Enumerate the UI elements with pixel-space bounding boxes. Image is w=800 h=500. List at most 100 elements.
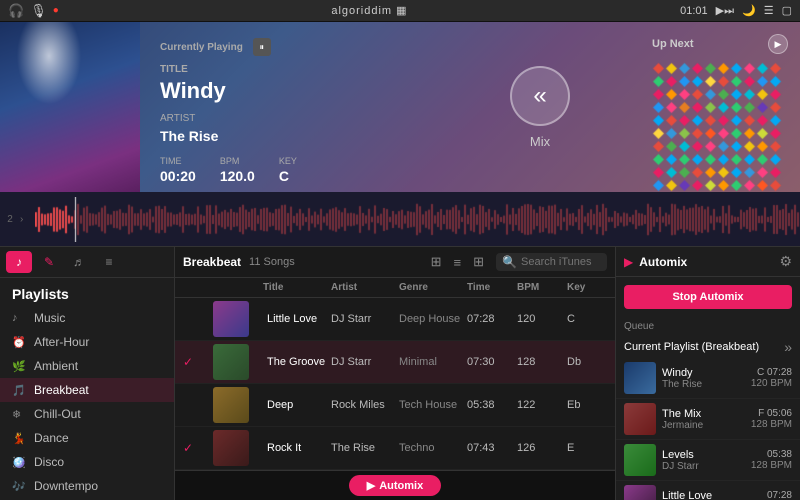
grid-view-button[interactable]: ⊞ xyxy=(469,252,488,272)
playlist-label: Music xyxy=(34,311,65,325)
automix-track-key: 07:28 xyxy=(751,490,792,500)
automix-track-thumbnail xyxy=(624,485,656,500)
col-artist: Artist xyxy=(331,282,399,293)
automix-button[interactable]: ▶ Automix xyxy=(349,475,441,496)
automix-track-info: Little Love DJ Starr xyxy=(662,490,745,500)
search-input[interactable] xyxy=(521,256,601,268)
automix-track-artist: The Rise xyxy=(662,379,745,390)
track-thumbnail xyxy=(213,387,249,423)
sidebar-icon-eq[interactable]: ≡ xyxy=(96,251,122,273)
prev-button[interactable]: « xyxy=(510,66,570,126)
playlist-icon: ♪ xyxy=(12,312,26,324)
automix-next-button[interactable]: » xyxy=(784,339,792,355)
sidebar-item-dance[interactable]: 💃Dance xyxy=(0,426,174,450)
playlist-icon: 🪩 xyxy=(12,456,26,469)
waveform-area[interactable] xyxy=(35,197,800,242)
track-thumbnail xyxy=(213,430,249,466)
track-time: 07:30 xyxy=(467,356,517,368)
album-art xyxy=(0,22,140,192)
automix-track-item[interactable]: Windy The Rise C 07:28 120 BPM xyxy=(616,358,800,399)
sidebar-item-downtempo[interactable]: 🎶Downtempo xyxy=(0,474,174,498)
sidebar-playlist-list: ♪ Music ⏰After-Hour 🌿 Ambient 🎵Breakbeat❄Chil… xyxy=(0,306,174,500)
track-artist: DJ Starr xyxy=(331,313,399,325)
automix-track-item[interactable]: Levels DJ Starr 05:38 128 BPM xyxy=(616,440,800,481)
automix-queue-label: Queue xyxy=(624,321,654,332)
playlist-label: Disco xyxy=(34,455,64,469)
moon-icon[interactable]: 🌙 xyxy=(742,4,756,17)
col-time: Time xyxy=(467,282,517,293)
automix-track-list: Windy The Rise C 07:28 120 BPM The Mix J… xyxy=(616,358,800,500)
automix-track-meta: 05:38 128 BPM xyxy=(751,449,792,471)
sidebar-item-breakbeat[interactable]: 🎵Breakbeat xyxy=(0,378,174,402)
playlist-label: Ambient xyxy=(34,359,78,373)
meta-bpm: BPM 120.0 xyxy=(220,156,255,184)
automix-track-info: The Mix Jermaine xyxy=(662,408,745,431)
col-title: Title xyxy=(263,282,331,293)
track-key: Db xyxy=(567,356,607,368)
automix-track-thumbnail xyxy=(624,403,656,435)
sidebar-item-disco[interactable]: 🪩 Disco xyxy=(0,450,174,474)
automix-track-key: 05:38 xyxy=(751,449,792,460)
track-time: 05:38 xyxy=(467,399,517,411)
top-bar-system-icons: 🎧 🎙 ● xyxy=(8,3,59,19)
bpm-label: BPM xyxy=(220,156,255,166)
window-icon[interactable]: ▢ xyxy=(782,4,792,17)
menu-icon[interactable]: ☰ xyxy=(764,4,774,17)
col-bpm: BPM xyxy=(517,282,567,293)
automix-track-info: Levels DJ Starr xyxy=(662,449,745,472)
sidebar-item-ambient[interactable]: 🌿 Ambient xyxy=(0,354,174,378)
automix-queue-header: Queue xyxy=(616,317,800,336)
track-name: Deep xyxy=(263,399,331,411)
main-content: ♪ ✎ ♬ ≡ Playlists ♪ Music ⏰After-Hour 🌿 Ambi… xyxy=(0,247,800,500)
automix-track-bpm: 128 BPM xyxy=(751,460,792,471)
track-list: Breakbeat 11 Songs ⊞ ≡ ⊞ 🔍 Title Artist … xyxy=(175,247,615,500)
track-row[interactable]: Deep Rock Miles Tech House 05:38 122 Eb xyxy=(175,384,615,427)
automix-track-bpm: 128 BPM xyxy=(751,419,792,430)
waveform-canvas xyxy=(35,197,800,242)
time-value: 00:20 xyxy=(160,168,196,184)
sidebar-item-after-hour[interactable]: ⏰After-Hour xyxy=(0,330,174,354)
col-key: Key xyxy=(567,282,607,293)
up-next-play-button[interactable]: ▶ xyxy=(768,34,788,54)
track-row[interactable]: ✓ Rock It The Rise Techno 07:43 126 E xyxy=(175,427,615,470)
list-view-button[interactable]: ≡ xyxy=(450,252,466,272)
track-thumbnail xyxy=(213,344,249,380)
automix-track-meta: 07:28 128 BPM xyxy=(751,490,792,500)
sidebar-item-chill-out[interactable]: ❄Chill-Out xyxy=(0,402,174,426)
stop-automix-button[interactable]: Stop Automix xyxy=(624,285,792,309)
track-meta: TIME 00:20 BPM 120.0 KEY C xyxy=(160,156,420,184)
filter-button[interactable]: ⊞ xyxy=(427,252,446,272)
playlist-icon: 🌿 xyxy=(12,360,26,373)
pause-button[interactable]: ⏸ xyxy=(253,38,271,56)
search-box[interactable]: 🔍 xyxy=(496,253,607,271)
automix-track-item[interactable]: The Mix Jermaine F 05:06 128 BPM xyxy=(616,399,800,440)
track-row[interactable]: Little Love DJ Starr Deep House 07:28 12… xyxy=(175,298,615,341)
clock: 01:01 xyxy=(680,5,708,17)
track-list-actions: ⊞ ≡ ⊞ xyxy=(427,252,488,272)
automix-bar: ▶ Automix xyxy=(175,470,615,500)
automix-settings-icon[interactable]: ⚙ xyxy=(779,253,792,270)
now-playing-header: Currently Playing ⏸ xyxy=(160,38,420,56)
automix-track-item[interactable]: Little Love DJ Starr 07:28 128 BPM xyxy=(616,481,800,500)
automix-track-bpm: 120 BPM xyxy=(751,378,792,389)
track-count: 11 Songs xyxy=(249,256,295,268)
sidebar-icon-edit[interactable]: ✎ xyxy=(36,251,62,273)
sidebar-icon-music[interactable]: ♬ xyxy=(66,251,92,273)
automix-title-row: ▶ Automix xyxy=(624,255,687,269)
top-bar-right: 01:01 ▶⏭ 🌙 ☰ ▢ xyxy=(680,4,792,18)
up-next-label: Up Next xyxy=(652,38,694,50)
track-artist: Rock Miles xyxy=(331,399,399,411)
sidebar-item-music[interactable]: ♪ Music xyxy=(0,306,174,330)
transport-icon[interactable]: ▶⏭ xyxy=(716,4,734,18)
track-artist: DJ Starr xyxy=(331,356,399,368)
track-row[interactable]: ✓ The Groove DJ Starr Minimal 07:30 128 … xyxy=(175,341,615,384)
track-bpm: 122 xyxy=(517,399,567,411)
automix-track-key: C 07:28 xyxy=(751,367,792,378)
now-playing-section: Currently Playing ⏸ TITLE Windy ARTIST T… xyxy=(0,22,800,192)
playlist-label: Downtempo xyxy=(34,479,98,493)
sidebar-title: Playlists xyxy=(0,278,174,306)
sidebar-icon-playlists[interactable]: ♪ xyxy=(6,251,32,273)
record-icon: ● xyxy=(53,5,59,16)
up-next-section: Up Next ▶ xyxy=(640,22,800,192)
automix-playlist-row: Current Playlist (Breakbeat) » xyxy=(616,336,800,358)
